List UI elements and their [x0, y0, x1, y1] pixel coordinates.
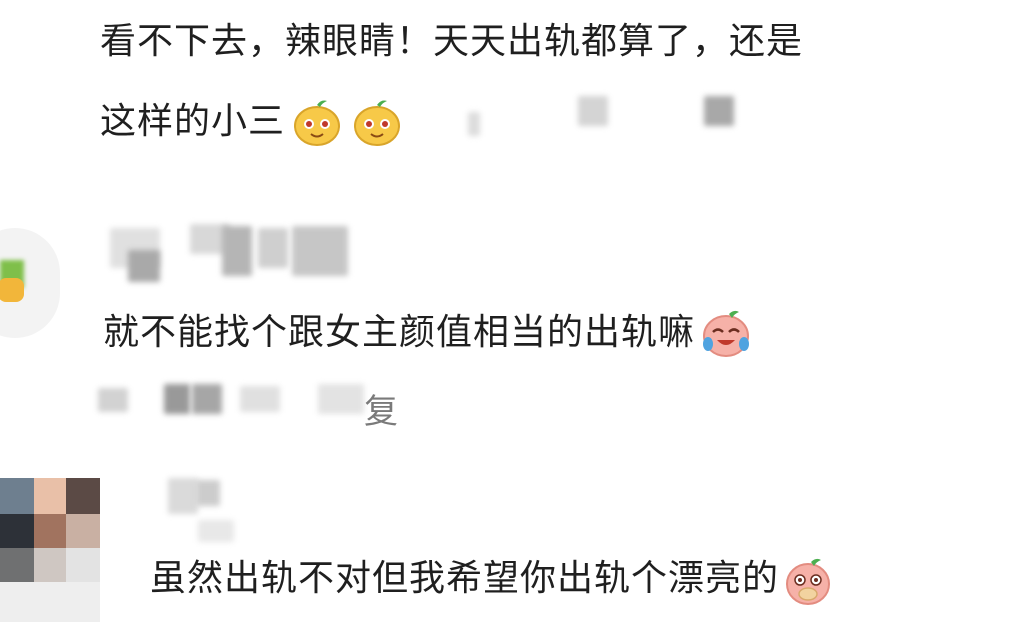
blurred-meta	[318, 384, 364, 414]
blurred-username	[128, 250, 160, 282]
comment-1-text-line2: 这样的小三	[100, 101, 286, 142]
comment-3-text: 虽然出轨不对但我希望你出轨个漂亮的	[150, 558, 780, 599]
blurred-username	[292, 226, 348, 276]
avatar[interactable]	[0, 228, 60, 338]
blurred-meta	[468, 112, 480, 136]
comment-1-text-line1: 看不下去，辣眼睛！天天出轨都算了，还是	[100, 21, 804, 62]
reply-button[interactable]: 复	[364, 384, 398, 433]
blurred-username	[258, 228, 288, 268]
laugh-cry-emoji-icon	[699, 306, 753, 360]
blurred-username	[198, 520, 234, 542]
avatar[interactable]	[0, 478, 100, 622]
smirk-face-emoji-icon	[351, 96, 403, 148]
cover-mouth-emoji-icon	[783, 552, 833, 606]
blurred-meta	[192, 384, 222, 414]
blurred-meta	[578, 96, 608, 126]
comment-2-text: 就不能找个跟女主颜值相当的出轨嘛	[103, 312, 696, 353]
blurred-meta	[704, 96, 734, 126]
smirk-face-emoji-icon	[291, 96, 343, 148]
blurred-username	[168, 478, 198, 514]
blurred-meta	[164, 384, 190, 414]
blurred-meta	[240, 386, 280, 412]
blurred-meta	[98, 388, 128, 412]
blurred-username	[222, 226, 252, 276]
blurred-username	[196, 480, 220, 506]
